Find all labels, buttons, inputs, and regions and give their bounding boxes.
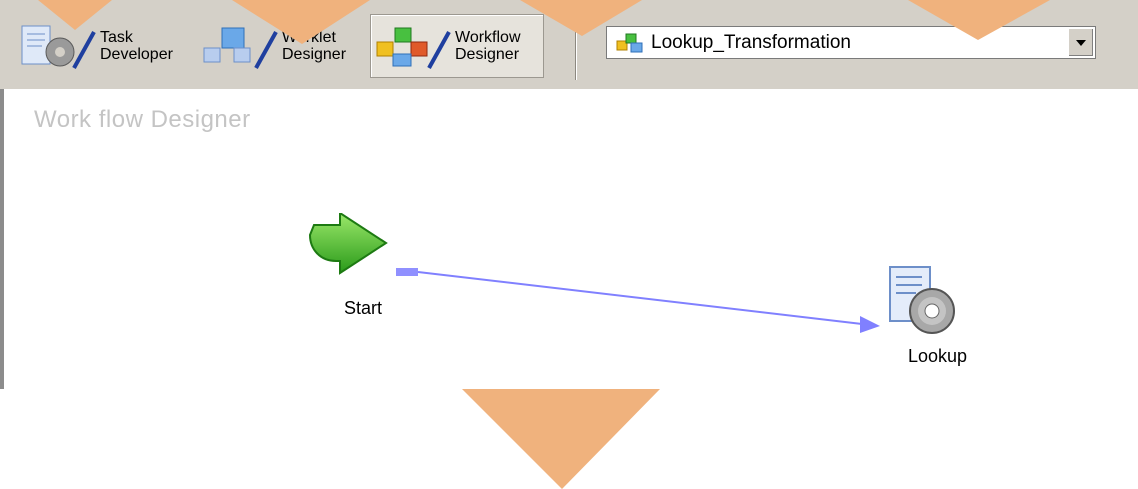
workflow-icon xyxy=(616,33,643,52)
link-arrowhead-icon xyxy=(860,316,880,333)
task-developer-line2: Developer xyxy=(100,46,173,63)
workflow-select[interactable]: Lookup_Transformation xyxy=(606,26,1096,59)
start-arrow-icon[interactable] xyxy=(306,213,396,283)
workflow-link[interactable] xyxy=(417,271,863,325)
session-gear-icon[interactable] xyxy=(882,263,972,347)
start-task-label: Start xyxy=(344,298,383,318)
workflow-designer-button[interactable]: Workflow Designer xyxy=(370,14,544,78)
toolbar-separator xyxy=(575,12,577,80)
task-developer-icon xyxy=(21,25,96,69)
task-developer-button[interactable]: Task Developer xyxy=(18,14,188,78)
worklet-designer-label: Worklet Designer xyxy=(282,29,346,63)
lookup-task-label: Lookup xyxy=(908,346,968,366)
task-developer-line1: Task xyxy=(100,29,133,46)
workflow-designer-icon xyxy=(376,27,451,69)
worklet-designer-line2: Designer xyxy=(282,46,347,63)
dropdown-arrow-button[interactable] xyxy=(1068,29,1093,56)
task-developer-label: Task Developer xyxy=(100,29,173,63)
workflow-select-value: Lookup_Transformation xyxy=(651,31,851,53)
workflow-designer-line2: Designer xyxy=(455,46,520,63)
workflow-designer-line1: Workflow xyxy=(455,29,521,46)
chevron-down-icon xyxy=(1076,39,1086,46)
worklet-designer-icon xyxy=(203,27,278,69)
orange-triangle-bottom xyxy=(462,389,660,489)
worklet-designer-line1: Worklet xyxy=(282,29,336,46)
workflow-canvas[interactable]: Work flow Designer Start Lookup xyxy=(0,89,1138,389)
worklet-designer-button[interactable]: Worklet Designer xyxy=(198,14,364,78)
link-handle[interactable] xyxy=(396,268,418,276)
workflow-designer-label: Workflow Designer xyxy=(455,29,521,63)
designer-toolbar: Task Developer Worklet Designer Workflow… xyxy=(0,0,1138,90)
